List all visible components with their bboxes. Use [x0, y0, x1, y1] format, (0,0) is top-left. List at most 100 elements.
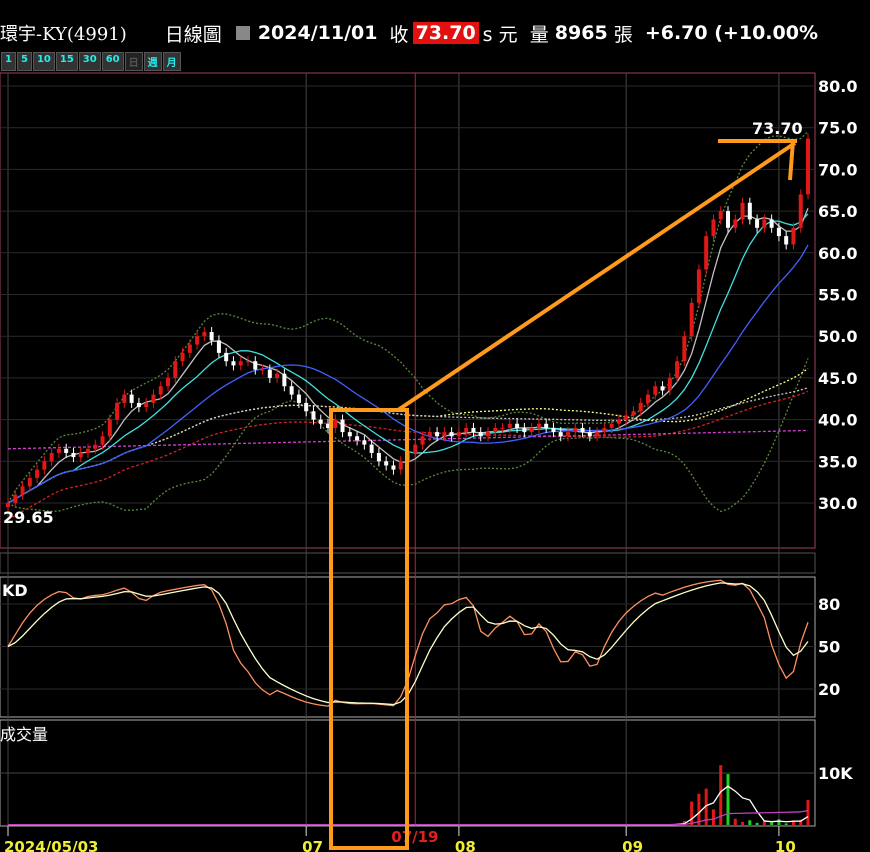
volume-bar	[726, 774, 730, 825]
candle	[456, 432, 461, 437]
candle	[86, 448, 90, 453]
candle	[42, 461, 47, 470]
candle	[318, 419, 323, 424]
candle	[696, 269, 701, 303]
candle	[747, 202, 752, 220]
y-tick-label: 60.0	[818, 244, 857, 263]
kd-tick-label: 20	[818, 680, 840, 699]
volume-bar	[711, 809, 715, 825]
candle	[762, 219, 767, 228]
y-tick-label: 80.0	[818, 77, 857, 96]
candle	[202, 332, 207, 337]
candle	[806, 138, 810, 195]
highlight-box	[329, 408, 409, 850]
candle	[493, 427, 498, 433]
candle	[173, 361, 178, 378]
y-tick-label: 50.0	[818, 327, 857, 346]
candle	[267, 369, 272, 378]
candle	[515, 423, 520, 428]
candle	[238, 361, 243, 366]
x-tick-label: 09	[622, 838, 643, 852]
candle	[536, 423, 541, 428]
y-tick-label: 45.0	[818, 369, 857, 388]
candle	[289, 386, 294, 395]
candle	[296, 394, 301, 403]
candle	[500, 427, 505, 429]
candle	[595, 432, 600, 437]
candle	[435, 432, 440, 437]
candle	[413, 444, 418, 453]
candle	[355, 436, 360, 441]
candle	[398, 461, 403, 470]
y-tick-label: 70.0	[818, 160, 857, 179]
candle	[253, 361, 258, 370]
high-label: 73.70	[752, 119, 803, 138]
candle	[151, 394, 156, 403]
candle	[704, 236, 709, 270]
candle	[755, 219, 760, 228]
candle	[122, 394, 127, 403]
candle	[195, 336, 200, 345]
candle	[347, 432, 352, 437]
candle	[558, 432, 563, 437]
candle	[449, 432, 454, 437]
candle	[471, 427, 476, 433]
candle	[682, 336, 687, 362]
candle	[624, 415, 629, 420]
candle	[187, 344, 192, 353]
candle	[609, 423, 614, 428]
candle	[64, 448, 69, 453]
candle	[35, 469, 40, 478]
candle	[726, 211, 730, 228]
candle	[740, 202, 745, 220]
candle	[602, 427, 607, 433]
candle	[129, 394, 134, 403]
candle	[180, 352, 185, 362]
candle	[6, 503, 10, 508]
volume-bar	[690, 801, 694, 825]
candle	[144, 402, 149, 408]
candle	[573, 427, 578, 433]
candle	[507, 423, 512, 428]
candle	[718, 211, 723, 220]
volume-bar	[748, 820, 752, 825]
candle	[384, 461, 389, 466]
candle	[442, 432, 447, 437]
y-tick-label: 35.0	[818, 452, 857, 471]
volume-bar	[741, 821, 745, 825]
volume-bar	[770, 822, 774, 825]
candle	[216, 340, 221, 353]
candle	[769, 219, 774, 228]
candle	[100, 436, 105, 445]
candle	[282, 373, 287, 387]
candle	[427, 432, 432, 437]
candle	[166, 377, 170, 387]
candle	[529, 427, 534, 433]
candle	[115, 402, 120, 420]
vol-tick-label: 10K	[818, 764, 853, 783]
candle	[784, 236, 789, 245]
x-tick-label: 08	[455, 838, 476, 852]
candle	[158, 386, 163, 395]
kd-tick-label: 80	[818, 595, 840, 614]
x-tick-label: 2024/05/03	[4, 838, 98, 852]
volume-bar	[784, 823, 788, 825]
candle	[93, 444, 98, 449]
highlight-date: 07/19	[391, 828, 438, 846]
candle	[107, 419, 112, 437]
candle	[340, 419, 345, 433]
volume-bar	[733, 818, 737, 825]
candle	[646, 394, 650, 403]
candle	[638, 402, 643, 412]
candle	[275, 373, 280, 378]
candle	[27, 477, 32, 487]
candle	[566, 432, 570, 437]
candle	[304, 402, 309, 412]
volume-title: 成交量	[0, 725, 48, 744]
kd-title: KD	[2, 581, 28, 600]
volume-bar	[755, 822, 759, 825]
candle	[798, 194, 803, 228]
candle	[56, 448, 61, 453]
candle	[333, 419, 338, 428]
candle	[376, 452, 381, 462]
